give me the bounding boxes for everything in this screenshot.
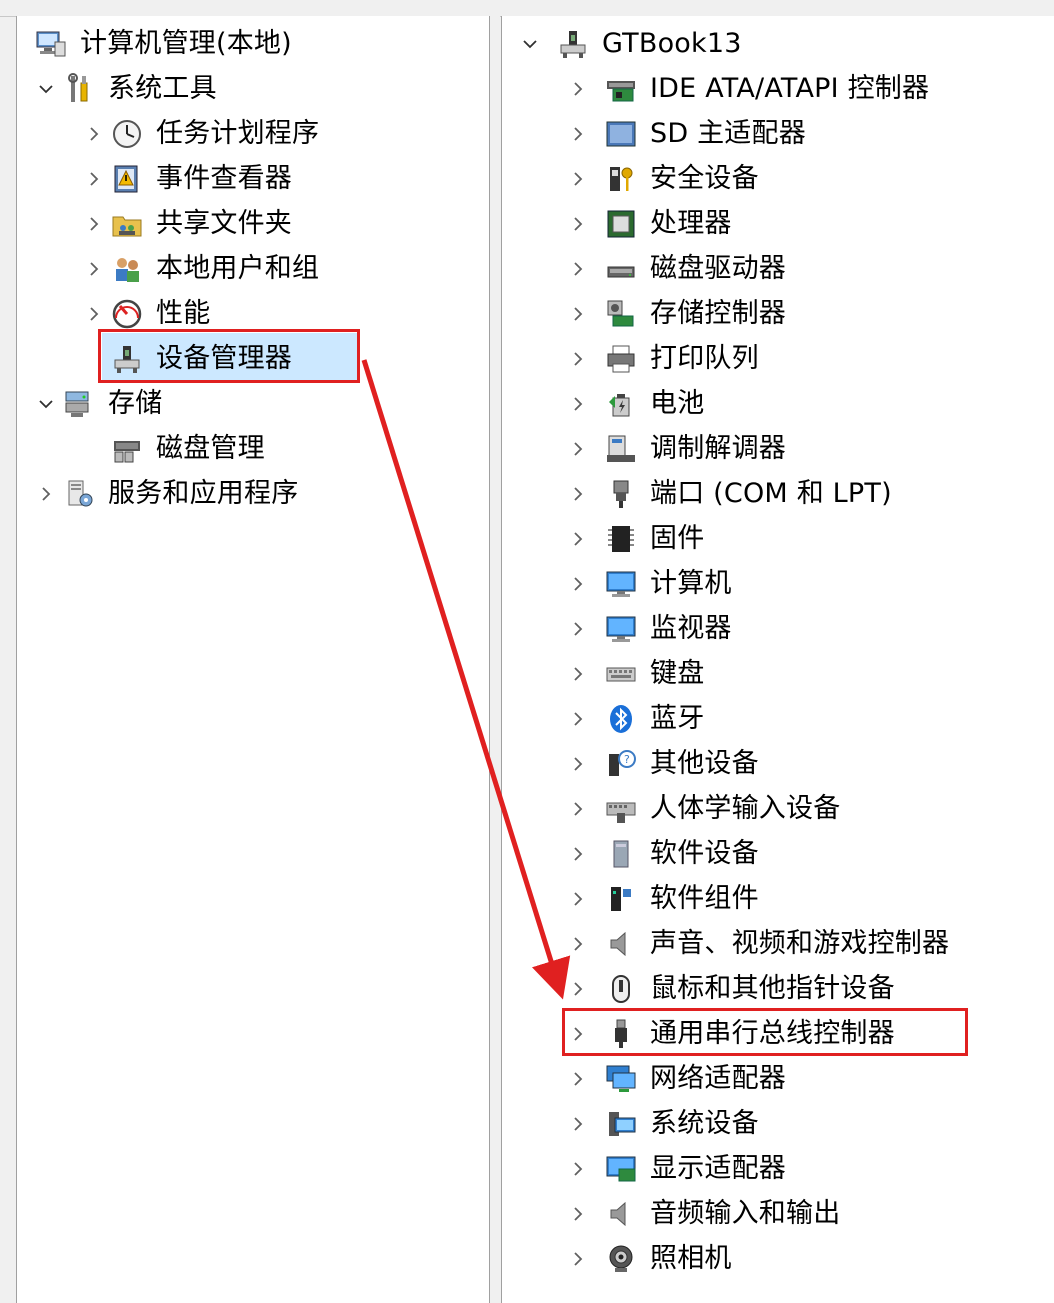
annotation-arrow-line	[361, 359, 571, 1000]
annotation-arrow	[361, 359, 571, 1000]
